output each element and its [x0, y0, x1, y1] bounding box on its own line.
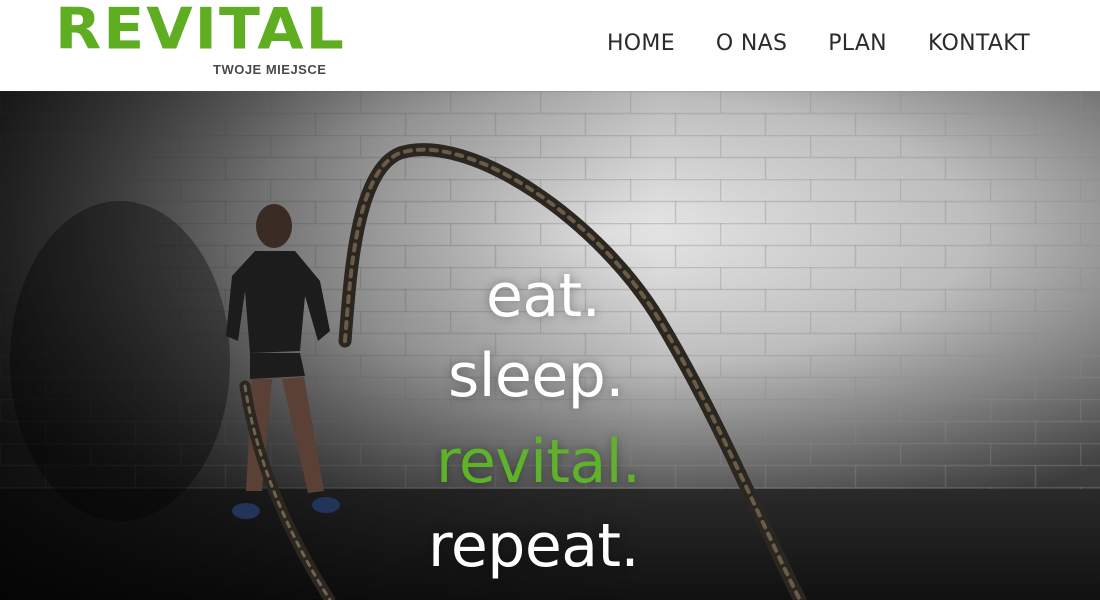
nav-item-plan[interactable]: PLAN [828, 29, 887, 59]
hero-banner: eat. sleep. revital. repeat. [0, 91, 1100, 600]
tagline-line-sleep: sleep. [448, 341, 624, 411]
brand-logo[interactable]: REVITAL TWOJE MIEJSCE [55, 0, 344, 84]
nav-item-o-nas[interactable]: O NAS [716, 29, 787, 59]
nav-item-kontakt[interactable]: KONTAKT [928, 29, 1030, 59]
main-nav: HOME O NAS PLAN KONTAKT [607, 29, 1030, 59]
hero-tagline: eat. sleep. revital. repeat. [0, 91, 1100, 600]
tagline-line-eat: eat. [486, 261, 601, 331]
site-header: REVITAL TWOJE MIEJSCE HOME O NAS PLAN KO… [0, 0, 1100, 91]
tagline-line-revital: revital. [436, 427, 641, 497]
nav-item-home[interactable]: HOME [607, 29, 675, 59]
brand-name: REVITAL [55, 0, 346, 63]
tagline-line-repeat: repeat. [428, 511, 640, 581]
brand-tagline: TWOJE MIEJSCE [213, 62, 327, 77]
